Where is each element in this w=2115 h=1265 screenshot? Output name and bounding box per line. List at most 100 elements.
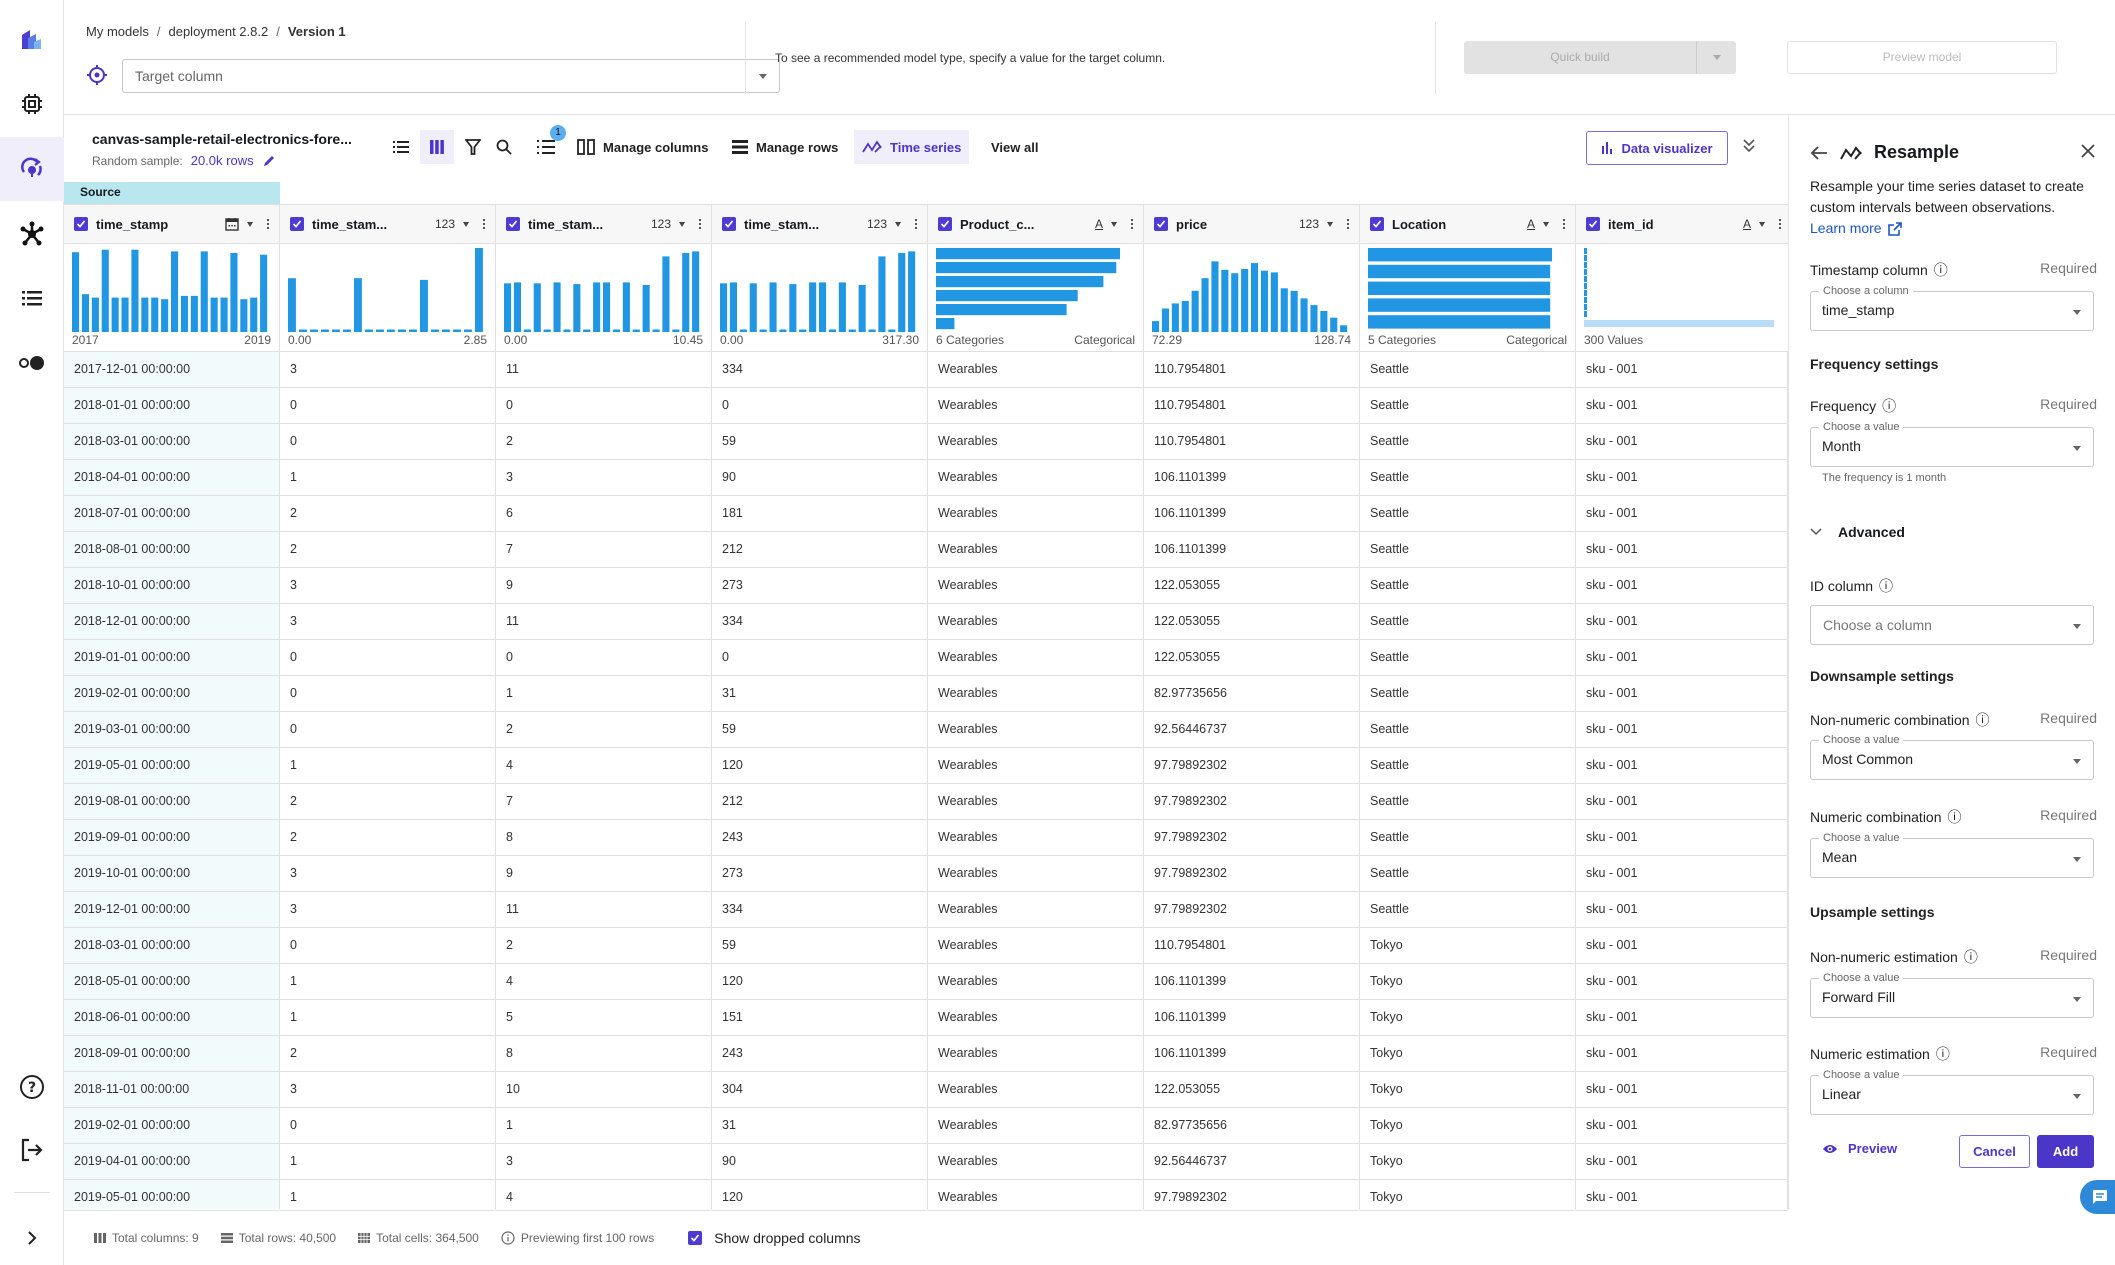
table-cell[interactable]: Seattle bbox=[1360, 604, 1576, 640]
table-cell[interactable]: 0 bbox=[280, 640, 496, 676]
category-bar[interactable] bbox=[1368, 264, 1551, 279]
table-cell[interactable]: sku - 001 bbox=[1576, 1072, 1788, 1108]
table-cell[interactable]: 0 bbox=[280, 424, 496, 460]
table-cell[interactable]: 59 bbox=[712, 712, 928, 748]
table-cell[interactable]: 3 bbox=[496, 460, 712, 496]
table-cell[interactable]: Tokyo bbox=[1360, 1180, 1576, 1209]
learn-more-link[interactable]: Learn more bbox=[1810, 218, 1902, 239]
more-options-icon[interactable] bbox=[483, 219, 485, 229]
category-bar[interactable] bbox=[936, 248, 1120, 260]
histogram-bar[interactable] bbox=[475, 248, 483, 332]
column-checkbox[interactable] bbox=[290, 217, 304, 231]
column-checkbox[interactable] bbox=[1154, 217, 1168, 231]
table-cell[interactable]: sku - 001 bbox=[1576, 1108, 1788, 1144]
table-cell[interactable]: 181 bbox=[712, 496, 928, 532]
histogram-bar[interactable] bbox=[642, 285, 650, 332]
table-cell[interactable]: 1 bbox=[280, 964, 496, 1000]
histogram-bar[interactable] bbox=[1171, 303, 1179, 332]
add-button[interactable]: Add bbox=[2037, 1135, 2094, 1168]
table-cell[interactable]: Wearables bbox=[928, 1180, 1144, 1209]
more-options-icon[interactable] bbox=[915, 219, 917, 229]
table-cell[interactable]: 4 bbox=[496, 964, 712, 1000]
histogram-bar[interactable] bbox=[81, 294, 89, 332]
table-cell[interactable]: Wearables bbox=[928, 964, 1144, 1000]
histogram-bar[interactable] bbox=[672, 329, 680, 333]
table-cell[interactable]: Tokyo bbox=[1360, 964, 1576, 1000]
collapse-button[interactable] bbox=[1742, 138, 1756, 159]
table-cell[interactable]: 3 bbox=[496, 1144, 712, 1180]
column-header[interactable]: Location A bbox=[1360, 204, 1576, 244]
table-cell[interactable]: 97.79892302 bbox=[1144, 820, 1360, 856]
histogram-bar[interactable] bbox=[779, 329, 787, 333]
frequency-select[interactable]: Choose a value Month bbox=[1810, 421, 2094, 467]
table-cell[interactable]: 2018-07-01 00:00:00 bbox=[64, 496, 280, 532]
value-bar[interactable] bbox=[1584, 297, 1587, 303]
table-cell[interactable]: 0 bbox=[280, 1108, 496, 1144]
histogram-bar[interactable] bbox=[431, 329, 439, 333]
column-header[interactable]: time_stam... 123 bbox=[712, 204, 928, 244]
table-cell[interactable]: Wearables bbox=[928, 352, 1144, 388]
table-cell[interactable]: 82.97735656 bbox=[1144, 676, 1360, 712]
histogram-bar[interactable] bbox=[1310, 305, 1318, 332]
caret-down-icon[interactable] bbox=[1543, 221, 1549, 227]
table-cell[interactable]: Wearables bbox=[928, 784, 1144, 820]
table-cell[interactable]: sku - 001 bbox=[1576, 496, 1788, 532]
table-cell[interactable]: Wearables bbox=[928, 856, 1144, 892]
column-header[interactable]: time_stam... 123 bbox=[496, 204, 712, 244]
histogram-bar[interactable] bbox=[799, 329, 807, 333]
column-checkbox[interactable] bbox=[74, 217, 88, 231]
table-cell[interactable]: 82.97735656 bbox=[1144, 1108, 1360, 1144]
value-bar[interactable] bbox=[1584, 262, 1587, 268]
numeric-combination-select[interactable]: Choose a value Mean bbox=[1810, 832, 2094, 878]
table-cell[interactable]: 2019-08-01 00:00:00 bbox=[64, 784, 280, 820]
histogram-bar[interactable] bbox=[409, 329, 417, 333]
histogram-bar[interactable] bbox=[553, 282, 561, 332]
histogram-bar[interactable] bbox=[1221, 269, 1229, 332]
histogram-bar[interactable] bbox=[838, 282, 846, 332]
table-cell[interactable]: 5 bbox=[496, 1000, 712, 1036]
histogram-bar[interactable] bbox=[1161, 308, 1169, 333]
histogram-bar[interactable] bbox=[543, 329, 551, 333]
breadcrumb-deployment[interactable]: deployment 2.8.2 bbox=[168, 24, 268, 39]
table-cell[interactable]: sku - 001 bbox=[1576, 892, 1788, 928]
column-checkbox[interactable] bbox=[1586, 217, 1600, 231]
histogram-bar[interactable] bbox=[101, 249, 109, 332]
nav-logo[interactable] bbox=[0, 8, 64, 72]
table-cell[interactable]: 2019-10-01 00:00:00 bbox=[64, 856, 280, 892]
histogram-bar[interactable] bbox=[682, 253, 690, 332]
category-bar[interactable] bbox=[936, 276, 1104, 288]
histogram-bar[interactable] bbox=[161, 299, 169, 332]
category-bar[interactable] bbox=[1368, 315, 1551, 329]
histogram-bar[interactable] bbox=[121, 297, 129, 332]
table-cell[interactable]: 7 bbox=[496, 784, 712, 820]
histogram-bar[interactable] bbox=[1290, 290, 1298, 332]
back-arrow-icon[interactable] bbox=[1810, 145, 1828, 161]
histogram-bar[interactable] bbox=[739, 329, 747, 333]
table-cell[interactable]: Wearables bbox=[928, 388, 1144, 424]
table-cell[interactable]: 2018-11-01 00:00:00 bbox=[64, 1072, 280, 1108]
table-cell[interactable]: 2 bbox=[496, 424, 712, 460]
table-cell[interactable]: 110.7954801 bbox=[1144, 352, 1360, 388]
table-cell[interactable]: sku - 001 bbox=[1576, 568, 1788, 604]
table-cell[interactable]: sku - 001 bbox=[1576, 424, 1788, 460]
table-cell[interactable]: Wearables bbox=[928, 820, 1144, 856]
histogram-bar[interactable] bbox=[151, 297, 159, 332]
table-cell[interactable]: 2018-03-01 00:00:00 bbox=[64, 928, 280, 964]
table-cell[interactable]: 2018-01-01 00:00:00 bbox=[64, 388, 280, 424]
table-cell[interactable]: 212 bbox=[712, 532, 928, 568]
data-visualizer-button[interactable]: Data visualizer bbox=[1586, 131, 1728, 165]
histogram-bar[interactable] bbox=[250, 297, 258, 332]
table-cell[interactable]: 97.79892302 bbox=[1144, 1180, 1360, 1209]
table-cell[interactable]: 8 bbox=[496, 820, 712, 856]
table-cell[interactable]: 106.1101399 bbox=[1144, 1000, 1360, 1036]
list-view-button[interactable] bbox=[386, 130, 416, 164]
value-bar[interactable] bbox=[1584, 304, 1587, 310]
caret-down-icon[interactable] bbox=[247, 221, 253, 227]
histogram-bar[interactable] bbox=[299, 329, 307, 333]
histogram-bar[interactable] bbox=[848, 329, 856, 333]
table-cell[interactable]: 1 bbox=[280, 748, 496, 784]
sample-rows-link[interactable]: 20.0k rows bbox=[191, 153, 254, 168]
quick-build-dropdown[interactable] bbox=[1696, 41, 1736, 74]
table-cell[interactable]: 2019-02-01 00:00:00 bbox=[64, 1108, 280, 1144]
histogram-bar[interactable] bbox=[1181, 300, 1189, 332]
